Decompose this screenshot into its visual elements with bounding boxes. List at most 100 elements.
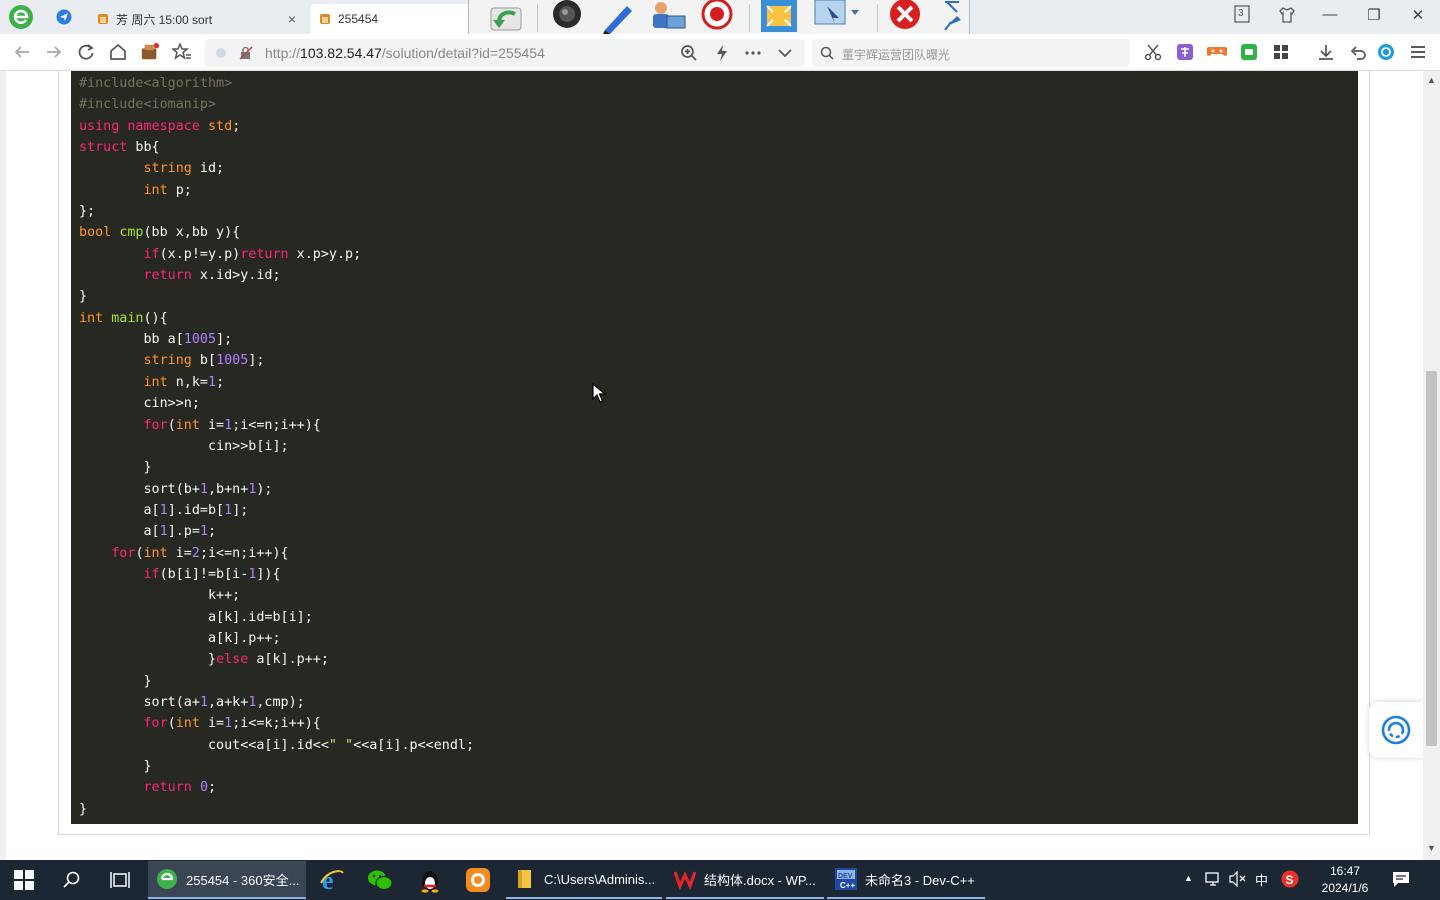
browser-assistant-icon — [1381, 715, 1411, 745]
notification-center-icon[interactable] — [1392, 870, 1410, 891]
tab-sort[interactable]: 芳 周六 15:00 sort × — [88, 4, 304, 34]
chevron-down-icon[interactable] — [775, 43, 795, 63]
favorites-star-icon[interactable] — [172, 42, 192, 62]
undo-icon[interactable] — [1348, 42, 1368, 62]
refresh-icon[interactable] — [76, 42, 96, 62]
code-token: 1 — [224, 502, 233, 518]
pin-toolbar-icon[interactable] — [937, 0, 967, 34]
system-clock[interactable]: 16:47 2024/1/6 — [1310, 863, 1380, 897]
forward-arrow-icon[interactable] — [44, 42, 64, 62]
code-line: int p; — [79, 180, 474, 201]
search-input[interactable]: 董宇辉运营团队曝光 — [842, 46, 950, 63]
360-browser-icon — [157, 869, 177, 889]
network-icon[interactable] — [1205, 871, 1223, 890]
back-arrow-icon[interactable] — [12, 42, 32, 62]
url-bar[interactable]: http://103.82.54.47/solution/detail?id=2… — [205, 39, 805, 67]
code-line: if(x.p!=y.p)return x.p>y.p; — [79, 244, 474, 265]
ime-indicator[interactable]: 中 — [1255, 870, 1268, 889]
record-button-icon[interactable] — [697, 0, 737, 34]
wechat-icon[interactable] — [366, 866, 394, 894]
browser-service-icon[interactable] — [1376, 42, 1396, 62]
page-scrollbar[interactable]: ▲ ▼ — [1423, 71, 1440, 860]
skin-shirt-icon[interactable] — [1275, 6, 1299, 28]
code-token: } — [79, 801, 88, 817]
code-line: sort(b+1,b+n+1); — [79, 479, 474, 500]
download-icon[interactable] — [1316, 42, 1336, 62]
menu-hamburger-icon[interactable] — [1408, 42, 1428, 62]
sogou-input-icon[interactable]: S — [1281, 870, 1299, 891]
scissors-icon[interactable] — [1143, 42, 1163, 62]
camera-lens-icon[interactable] — [547, 0, 587, 34]
code-line: using namespace std; — [79, 116, 474, 137]
scroll-thumb[interactable] — [1426, 371, 1437, 746]
tab-close-icon[interactable]: × — [288, 11, 296, 27]
svg-text:S: S — [1286, 873, 1294, 887]
taskbar-app-360-browser[interactable]: 255454 - 360安全... — [148, 861, 306, 899]
code-token: 1 — [159, 524, 168, 540]
qq-penguin-icon[interactable] — [416, 866, 444, 894]
code-token: sort(a+ — [79, 694, 200, 710]
user-screen-icon[interactable] — [647, 0, 687, 34]
insecure-lock-icon[interactable] — [239, 46, 253, 60]
lightning-icon[interactable] — [712, 43, 732, 63]
source-code: #include<algorithm> #include<iomanip> usin… — [79, 73, 474, 820]
fullscreen-capture-icon[interactable] — [759, 0, 799, 34]
code-token: } — [79, 673, 152, 689]
search-bar[interactable]: 董宇辉运营团队曝光 — [812, 39, 1130, 67]
code-token: } — [79, 289, 88, 305]
code-token: ( — [135, 545, 144, 561]
favorites-arrow-icon[interactable] — [56, 9, 72, 25]
360-browser-logo-icon[interactable] — [8, 4, 34, 30]
code-token: 0 — [199, 780, 208, 796]
tab-counter-icon[interactable]: 3 — [1230, 5, 1254, 27]
page-content: #include<algorithm> #include<iomanip> usin… — [0, 71, 1440, 860]
taskbar-app-wps-writer[interactable]: 结构体.docx - WP... — [666, 861, 824, 899]
volume-muted-icon[interactable] — [1229, 870, 1247, 890]
green-app-icon[interactable] — [1239, 42, 1259, 62]
code-line: for(int i=2;i<=n;i++){ — [79, 543, 474, 564]
site-favicon-icon — [320, 14, 330, 24]
wallet-icon[interactable] — [140, 42, 160, 62]
code-token: ;i<=n;i++){ — [199, 545, 289, 561]
code-token: for — [143, 417, 168, 433]
home-icon[interactable] — [108, 42, 128, 62]
folder-icon — [518, 870, 531, 888]
restore-button[interactable]: ❐ — [1362, 6, 1386, 24]
url-text: http://103.82.54.47/solution/detail?id=2… — [265, 45, 545, 61]
close-window-button[interactable]: ✕ — [1406, 6, 1430, 24]
scroll-up-arrow-icon[interactable]: ▲ — [1427, 75, 1436, 85]
region-capture-dropdown-icon[interactable] — [811, 0, 865, 34]
url-scheme: http:// — [265, 45, 301, 61]
left-margin — [0, 71, 6, 860]
tab-active-solution[interactable]: 255454 — [310, 4, 470, 34]
scroll-down-arrow-icon[interactable]: ▼ — [1427, 843, 1436, 853]
code-token: ]){ — [256, 566, 281, 582]
game-controller-icon[interactable] — [1207, 42, 1227, 62]
taskbar-app-dev-cpp[interactable]: DEV C++ 未命名3 - Dev-C++ — [827, 861, 985, 899]
floating-helper-button[interactable] — [1369, 702, 1423, 758]
close-recorder-icon[interactable] — [885, 0, 925, 34]
more-options-icon[interactable] — [743, 43, 763, 63]
windows-taskbar: 255454 - 360安全... e C:\Users\Adminis... … — [0, 860, 1440, 900]
apps-grid-icon[interactable] — [1271, 42, 1291, 62]
code-token: int — [143, 545, 168, 561]
return-arrow-icon[interactable] — [487, 0, 527, 34]
taskbar-app-label: 结构体.docx - WP... — [704, 872, 816, 888]
pen-icon[interactable] — [597, 0, 637, 34]
minimize-button[interactable]: — — [1318, 6, 1342, 23]
tray-expand-chevron-icon[interactable]: ▲ — [1184, 873, 1193, 883]
code-line: a[1].p=1; — [79, 521, 474, 542]
task-view-icon[interactable] — [106, 866, 134, 894]
taskbar-app-file-explorer[interactable]: C:\Users\Adminis... — [506, 861, 662, 899]
zoom-magnifier-icon[interactable] — [679, 43, 699, 63]
ie-browser-icon[interactable]: e — [318, 866, 346, 894]
start-windows-icon[interactable] — [10, 866, 38, 894]
code-line: #include<iomanip> — [79, 94, 474, 115]
translate-icon[interactable] — [1175, 42, 1195, 62]
code-token: cin>>n; — [79, 396, 200, 412]
taskbar-search-icon[interactable] — [58, 866, 86, 894]
orange-app-icon[interactable] — [464, 866, 492, 894]
code-line: bb a[1005]; — [79, 329, 474, 350]
